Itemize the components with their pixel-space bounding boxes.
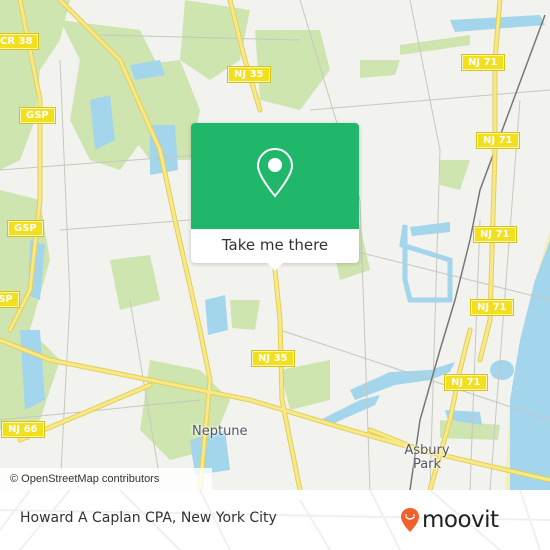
moovit-pin-icon [401,508,419,532]
location-title: Howard A Caplan CPA, New York City [20,510,277,526]
road-shield-nj71: NJ 71 [444,374,488,391]
popup-header [191,123,359,229]
road-shield-nj35: NJ 35 [227,66,271,83]
popup-pointer [267,263,283,271]
place-label-asbury-park: Asbury Park [404,443,450,472]
map-view[interactable]: CR 38 GSP GSP GSP NJ 35 NJ 35 NJ 66 NJ 7… [0,0,550,490]
take-me-there-button[interactable]: Take me there [191,229,359,263]
road-shield-nj71: NJ 71 [461,54,505,71]
footer-bar: Howard A Caplan CPA, New York City moovi… [0,490,550,550]
moovit-wordmark: moovit [422,507,499,533]
road-shield-nj71: NJ 71 [470,299,514,316]
moovit-logo[interactable]: moovit [400,504,499,536]
location-popup: Take me there [191,123,359,271]
road-shield-gsp: GSP [0,291,20,308]
road-shield-nj71: NJ 71 [473,226,517,243]
map-pin-icon [256,147,294,198]
map-attribution[interactable]: © OpenStreetMap contributors [0,468,212,490]
road-shield-gsp: GSP [19,107,56,124]
road-shield-gsp: GSP [7,220,44,237]
road-shield-nj66: NJ 66 [1,421,45,438]
road-shield-nj35: NJ 35 [251,350,295,367]
road-shield-nj71: NJ 71 [476,132,520,149]
place-label-neptune: Neptune [192,424,248,439]
road-shield-cr38: CR 38 [0,33,40,50]
